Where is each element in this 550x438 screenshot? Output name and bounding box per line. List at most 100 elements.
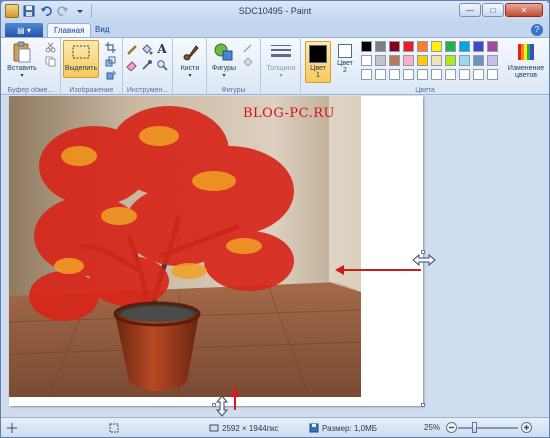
rotate-icon[interactable] xyxy=(103,69,117,82)
palette-custom-slot[interactable] xyxy=(473,69,484,80)
magnifier-icon[interactable] xyxy=(155,58,169,71)
palette-custom-slot[interactable] xyxy=(417,69,428,80)
brushes-dropdown-arrow: ▾ xyxy=(188,73,192,79)
cut-icon[interactable] xyxy=(43,41,57,54)
color2-swatch xyxy=(338,44,352,58)
select-button[interactable]: Выделить xyxy=(63,40,99,78)
image-dimensions-text: 2592 × 1944пкс xyxy=(222,423,279,433)
edit-colors-label-2: цветов xyxy=(514,72,538,79)
edit-colors-icon xyxy=(515,41,537,63)
palette-custom-slot[interactable] xyxy=(459,69,470,80)
palette-color-swatch[interactable] xyxy=(403,41,414,52)
palette-custom-slot[interactable] xyxy=(361,69,372,80)
brushes-label: Кисти xyxy=(180,65,200,72)
resize-icon[interactable] xyxy=(103,55,117,68)
color1-button[interactable]: Цвет 1 xyxy=(305,41,331,83)
shapes-button[interactable]: Фигуры ▾ xyxy=(209,41,239,79)
resize-handle-corner[interactable] xyxy=(421,403,425,407)
palette-color-swatch[interactable] xyxy=(403,55,414,66)
vertical-resize-cursor-icon xyxy=(215,395,229,417)
palette-color-swatch[interactable] xyxy=(361,41,372,52)
palette-color-swatch[interactable] xyxy=(459,55,470,66)
palette-custom-slot[interactable] xyxy=(403,69,414,80)
fill-shape-icon[interactable] xyxy=(241,55,255,68)
palette-custom-slot[interactable] xyxy=(389,69,400,80)
palette-color-swatch[interactable] xyxy=(459,41,470,52)
zoom-slider-track[interactable] xyxy=(458,427,518,429)
palette-color-swatch[interactable] xyxy=(375,41,386,52)
eraser-icon[interactable] xyxy=(125,58,139,71)
palette-color-swatch[interactable] xyxy=(445,41,456,52)
tab-home[interactable]: Главная xyxy=(47,23,92,37)
maximize-button[interactable]: □ xyxy=(482,3,504,17)
photo-beaded-tree xyxy=(9,96,361,397)
minimize-button[interactable]: — xyxy=(459,3,481,17)
image-group-label: Изображение xyxy=(69,87,114,94)
pencil-icon[interactable] xyxy=(125,42,139,55)
image-dimensions: 2592 × 1944пкс xyxy=(209,423,279,433)
zoom-slider-thumb[interactable] xyxy=(472,422,477,433)
help-icon[interactable]: ? xyxy=(531,24,543,36)
palette-color-swatch[interactable] xyxy=(487,41,498,52)
color-picker-icon[interactable] xyxy=(140,58,154,71)
paste-icon xyxy=(11,41,33,63)
fill-icon[interactable] xyxy=(140,42,154,55)
palette-color-swatch[interactable] xyxy=(361,55,372,66)
selection-size-icon xyxy=(109,423,119,433)
tools-group: A Инструмен... xyxy=(123,38,173,95)
palette-color-swatch[interactable] xyxy=(417,55,428,66)
color2-label: Цвет xyxy=(337,60,353,67)
outline-icon[interactable] xyxy=(241,41,255,54)
paste-dropdown-arrow: ▾ xyxy=(20,73,24,79)
shapes-label: Фигуры xyxy=(211,65,237,72)
line-width-icon xyxy=(270,41,292,63)
right-edge-arrow xyxy=(335,265,421,275)
palette-custom-slot[interactable] xyxy=(445,69,456,80)
clipboard-group: Вставить ▾ Буфер обме... xyxy=(1,38,61,95)
copy-icon[interactable] xyxy=(43,55,57,68)
paint-window: SDC10495 - Paint — □ ✕ ▤ ▾ Главная Вид ?… xyxy=(0,0,550,438)
palette-custom-slot[interactable] xyxy=(375,69,386,80)
drawing-canvas[interactable]: BLOG-PC.RU xyxy=(9,96,425,407)
paste-button[interactable]: Вставить ▾ xyxy=(5,41,39,79)
ribbon-tab-row: ▤ ▾ Главная Вид ? xyxy=(1,23,549,37)
edit-colors-label-1: Изменение xyxy=(507,65,545,72)
paste-label: Вставить xyxy=(7,65,37,72)
palette-color-swatch[interactable] xyxy=(417,41,428,52)
palette-custom-slot[interactable] xyxy=(431,69,442,80)
palette-custom-slot[interactable] xyxy=(487,69,498,80)
palette-color-swatch[interactable] xyxy=(389,55,400,66)
horizontal-resize-cursor-icon xyxy=(412,253,436,267)
paint-menu-button[interactable]: ▤ ▾ xyxy=(5,23,43,37)
shapes-group-label: Фигуры xyxy=(221,87,246,94)
status-bar: 2592 × 1944пкс Размер: 1,0МБ 25% xyxy=(1,417,549,437)
bottom-edge-arrow xyxy=(230,387,240,410)
image-size-icon xyxy=(209,424,219,432)
color1-swatch xyxy=(309,45,327,63)
palette-color-swatch[interactable] xyxy=(389,41,400,52)
text-tool-icon[interactable]: A xyxy=(155,42,169,56)
colors-group-label: Цвета xyxy=(415,87,435,94)
tab-view[interactable]: Вид xyxy=(89,23,115,37)
palette-color-swatch[interactable] xyxy=(431,41,442,52)
select-icon xyxy=(70,41,92,63)
zoom-in-icon[interactable] xyxy=(521,422,532,433)
size-group: Толщина ▾ xyxy=(261,38,301,95)
size-button[interactable]: Толщина ▾ xyxy=(265,41,297,79)
palette-color-swatch[interactable] xyxy=(445,55,456,66)
colors-group: Цвет 1 Цвет 2 Изменение цветов Цвета xyxy=(301,38,549,95)
tools-group-label: Инструмен... xyxy=(126,87,169,94)
palette-color-swatch[interactable] xyxy=(375,55,386,66)
palette-color-swatch[interactable] xyxy=(487,55,498,66)
color1-label: Цвет xyxy=(310,65,326,72)
palette-color-swatch[interactable] xyxy=(431,55,442,66)
close-button[interactable]: ✕ xyxy=(505,3,543,17)
color2-button[interactable]: Цвет 2 xyxy=(333,41,357,83)
edit-colors-button[interactable]: Изменение цветов xyxy=(505,41,547,79)
palette-color-swatch[interactable] xyxy=(473,41,484,52)
canvas-workspace[interactable]: BLOG-PC.RU xyxy=(1,96,549,417)
palette-color-swatch[interactable] xyxy=(473,55,484,66)
zoom-out-icon[interactable] xyxy=(446,422,457,433)
crop-icon[interactable] xyxy=(103,41,117,54)
brushes-button[interactable]: Кисти ▾ xyxy=(176,41,204,79)
